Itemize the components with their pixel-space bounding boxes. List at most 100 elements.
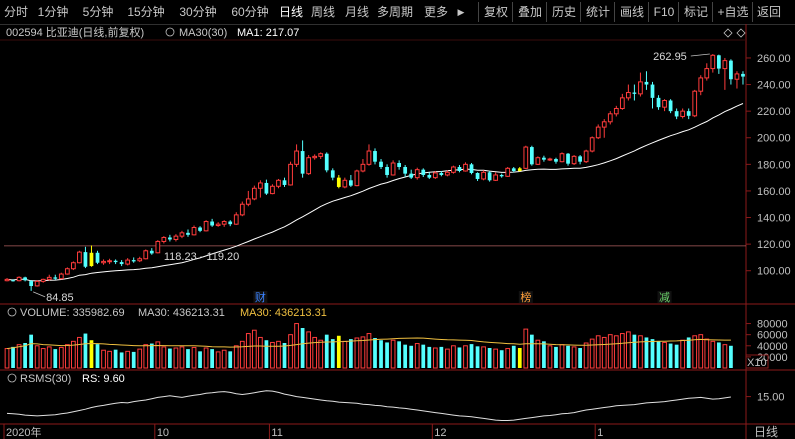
candle-body	[613, 107, 619, 115]
candle-body	[523, 146, 529, 169]
candle	[348, 174, 353, 187]
candle	[607, 111, 613, 125]
volume-bar	[529, 334, 534, 368]
rs-value-label: RS: 9.60	[82, 373, 125, 385]
volume-bar	[40, 348, 46, 369]
candle-body	[306, 157, 312, 175]
candle-body	[607, 113, 613, 123]
volume-bar	[161, 346, 167, 369]
candle	[625, 84, 631, 101]
volume-bar	[294, 323, 299, 369]
toolbar-button-1[interactable]: 叠加	[512, 2, 547, 22]
candle	[403, 165, 408, 177]
candle-body	[155, 240, 161, 254]
candle-body	[330, 170, 335, 178]
low-annotation: 84.85	[46, 292, 74, 304]
volume-bar	[186, 349, 190, 368]
candle	[89, 245, 94, 267]
volume-bar	[414, 343, 420, 369]
price-tick-label: 100.00	[757, 266, 791, 278]
candle-body	[264, 182, 269, 194]
volume-bar	[58, 346, 64, 369]
volume-bar	[535, 339, 541, 369]
toolbar-button-6[interactable]: 标记	[678, 2, 713, 22]
volume-bar	[379, 340, 383, 368]
candle	[409, 169, 414, 179]
tab-8[interactable]: 月线	[340, 2, 374, 22]
volume-bar	[722, 344, 728, 369]
volume-bar	[619, 333, 625, 369]
toolbar-button-3[interactable]: 统计	[580, 2, 615, 22]
toolbar-button-5[interactable]: F10	[648, 2, 679, 22]
volume-bar	[710, 340, 716, 369]
candle-body	[168, 237, 172, 240]
tab-1[interactable]: 1分钟	[30, 2, 76, 22]
volume-bar	[595, 335, 601, 369]
volume-bar	[53, 349, 58, 368]
volume-bar	[451, 345, 456, 369]
toolbar-button-0[interactable]: 复权	[478, 2, 513, 22]
volume-bar	[493, 348, 499, 369]
candle-body	[215, 223, 221, 227]
candle-body	[300, 151, 305, 174]
candle-body	[233, 214, 239, 225]
candle-body	[379, 161, 383, 167]
candle-body	[439, 172, 444, 175]
candle	[215, 222, 221, 227]
candle-body	[203, 221, 209, 232]
tab-7[interactable]: 周线	[306, 2, 340, 22]
candle	[336, 174, 341, 189]
volume-bar	[729, 345, 733, 368]
tab-3[interactable]: 15分钟	[120, 2, 172, 22]
candle-body	[578, 156, 582, 162]
candle	[601, 119, 607, 138]
volume-bar	[215, 351, 221, 369]
candle	[487, 170, 492, 182]
tab-0[interactable]: 分时	[2, 2, 30, 22]
candle	[578, 155, 582, 165]
volume-bar	[64, 344, 70, 369]
candle-body	[716, 55, 721, 69]
toolbar-button-8[interactable]: 返回	[752, 2, 785, 22]
volume-bar	[125, 350, 131, 369]
more-arrow-icon[interactable]: ▶	[454, 2, 468, 22]
tab-4[interactable]: 30分钟	[172, 2, 224, 22]
toolbar-button-2[interactable]: 历史	[546, 2, 581, 22]
toolbar-button-7[interactable]: +自选	[712, 2, 753, 22]
candle	[71, 261, 76, 271]
candle	[668, 99, 673, 114]
candle-body	[680, 110, 686, 117]
volume-bar	[499, 350, 504, 368]
volume-bar	[481, 346, 486, 369]
volume-bar	[523, 328, 529, 369]
candle-body	[29, 281, 34, 287]
candle	[354, 169, 360, 187]
candle	[125, 258, 131, 266]
candle	[16, 276, 22, 282]
candle	[390, 160, 396, 176]
toolbar-button-4[interactable]: 画线	[614, 2, 649, 22]
candle-body	[662, 100, 667, 108]
tab-6[interactable]: 日线	[276, 2, 306, 22]
candle-body	[251, 187, 257, 200]
candle-body	[595, 126, 601, 139]
candle-body	[625, 92, 631, 99]
candle	[481, 170, 486, 181]
candle-body	[366, 150, 372, 165]
candle	[632, 84, 637, 101]
tab-5[interactable]: 60分钟	[224, 2, 276, 22]
diamond-icon	[736, 28, 746, 38]
tab-9[interactable]: 多周期	[374, 2, 416, 22]
tab-2[interactable]: 5分钟	[76, 2, 120, 22]
candle	[312, 154, 318, 160]
volume-bar	[318, 339, 324, 369]
volume-bar	[487, 348, 492, 368]
volume-bar	[191, 346, 197, 369]
tab-10[interactable]: 更多	[416, 2, 456, 22]
candle-body	[23, 277, 27, 281]
volume-bar	[210, 349, 214, 368]
volume-bar	[228, 351, 233, 368]
volume-bar	[137, 348, 143, 369]
ma30-line	[6, 103, 744, 282]
candle-body	[191, 227, 197, 236]
